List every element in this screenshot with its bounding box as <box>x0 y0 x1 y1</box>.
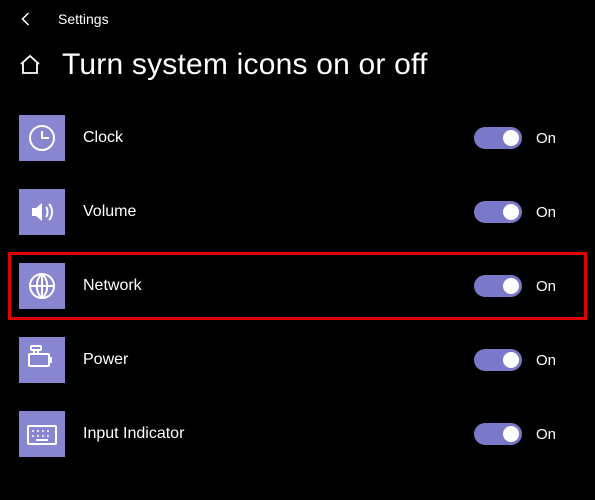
toggle-network[interactable] <box>474 275 522 297</box>
list-item: Volume On <box>8 178 587 246</box>
keyboard-icon <box>19 411 65 457</box>
list-item: Power On <box>8 326 587 394</box>
toggle-state: On <box>536 130 564 147</box>
clock-icon <box>19 115 65 161</box>
page-title: Turn system icons on or off <box>62 48 428 82</box>
toggle-state: On <box>536 204 564 221</box>
toggle-state: On <box>536 426 564 443</box>
globe-icon <box>19 263 65 309</box>
item-label: Clock <box>83 129 456 147</box>
list-item: Network On <box>8 252 587 320</box>
list-item: Input Indicator On <box>8 400 587 468</box>
item-label: Power <box>83 351 456 369</box>
home-icon[interactable] <box>18 53 42 77</box>
back-icon[interactable] <box>18 10 36 28</box>
volume-icon <box>19 189 65 235</box>
toggle-volume[interactable] <box>474 201 522 223</box>
item-label: Network <box>83 277 456 295</box>
list-item: Clock On <box>8 104 587 172</box>
item-label: Input Indicator <box>83 425 456 443</box>
toggle-input-indicator[interactable] <box>474 423 522 445</box>
toggle-power[interactable] <box>474 349 522 371</box>
toggle-clock[interactable] <box>474 127 522 149</box>
settings-list: Clock On Volume On <box>0 104 595 468</box>
app-name: Settings <box>58 11 109 27</box>
item-label: Volume <box>83 203 456 221</box>
power-icon <box>19 337 65 383</box>
toggle-state: On <box>536 352 564 369</box>
toggle-state: On <box>536 278 564 295</box>
